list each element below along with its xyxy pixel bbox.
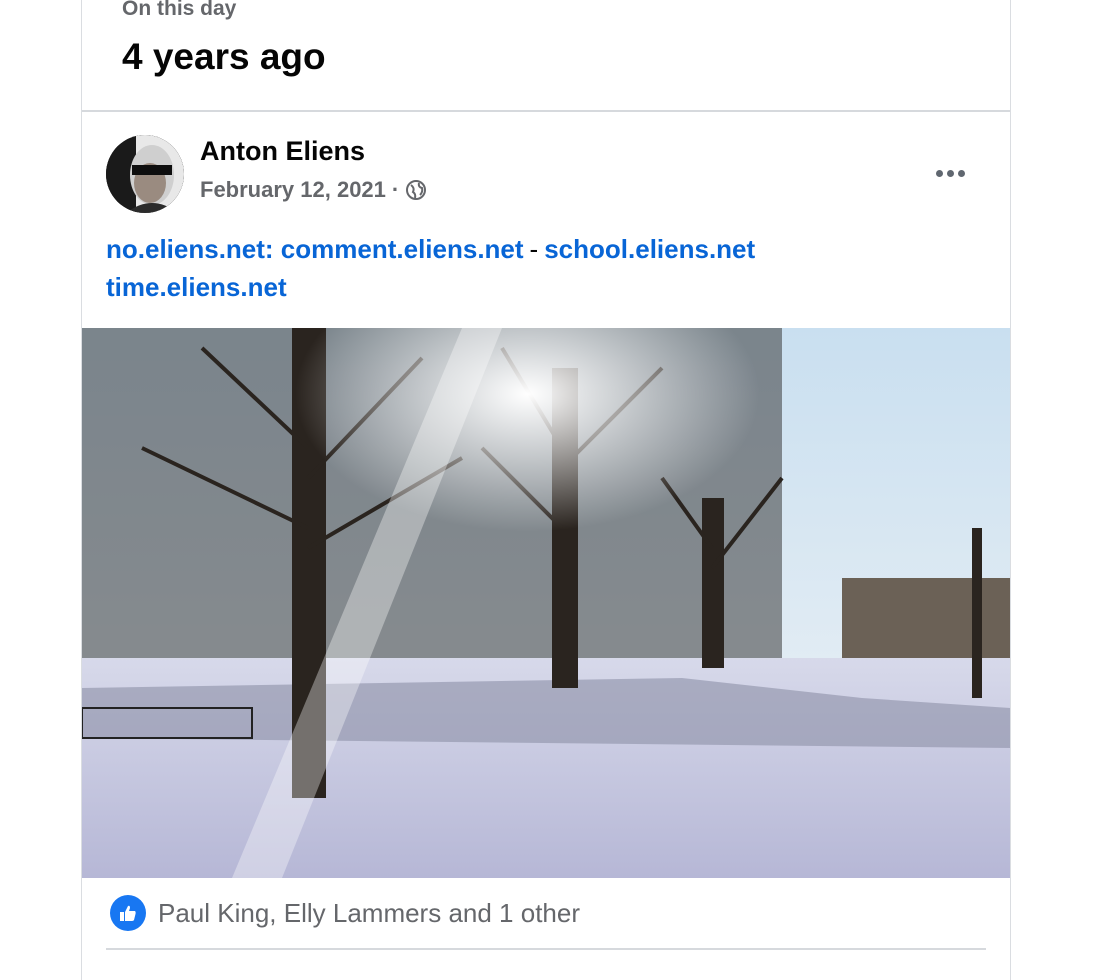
memory-time-ago: 4 years ago	[122, 36, 326, 77]
thumbs-up-icon	[120, 905, 136, 921]
meta-separator: ·	[391, 177, 400, 202]
post-text: no.eliens.net: comment.eliens.net - school…	[106, 230, 755, 306]
more-options-button[interactable]	[930, 153, 970, 193]
more-dot	[957, 169, 965, 177]
header-divider	[82, 110, 1010, 112]
like-icon	[110, 895, 146, 931]
photo-image	[82, 328, 1010, 878]
post-photo[interactable]	[82, 328, 1010, 878]
memory-card: On this day 4 years ago Anton Eliens Feb…	[81, 0, 1011, 980]
reactions-text: Paul King, Elly Lammers and 1 other	[158, 897, 580, 928]
post-link-school[interactable]: school.eliens.net	[544, 234, 755, 264]
post-link-comment[interactable]: no.eliens.net: comment.eliens.net	[106, 234, 524, 264]
author-name[interactable]: Anton Eliens	[200, 136, 365, 167]
author-avatar[interactable]	[106, 135, 184, 213]
more-dot	[946, 169, 954, 177]
reactions-summary[interactable]: Paul King, Elly Lammers and 1 other	[110, 895, 580, 931]
memory-section-label: On this day	[122, 0, 237, 20]
post-date[interactable]: February 12, 2021	[200, 177, 386, 203]
avatar-photo	[106, 135, 184, 213]
more-options-icon	[935, 169, 943, 177]
post-link-time[interactable]: time.eliens.net	[106, 272, 287, 302]
globe-icon[interactable]	[405, 179, 427, 201]
reactions-divider	[106, 948, 986, 950]
link-dash: -	[529, 234, 539, 264]
post-meta: February 12, 2021 ·	[200, 177, 427, 203]
